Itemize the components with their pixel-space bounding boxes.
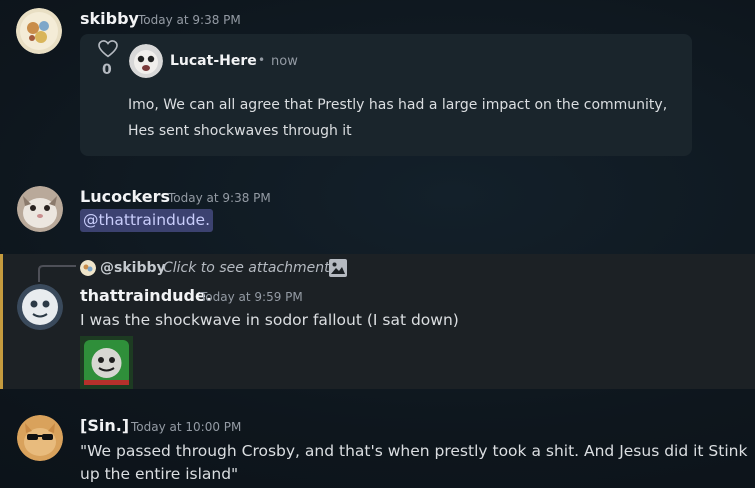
attachment-image[interactable]	[80, 336, 133, 389]
embed-text-line-1: Imo, We can all agree that Prestly has h…	[128, 97, 668, 113]
message-text: I was the shockwave in sodor fallout (I …	[80, 311, 459, 329]
reply-author-avatar[interactable]	[80, 260, 96, 276]
reply-author-mention[interactable]: @skibby	[100, 260, 166, 276]
image-icon	[328, 258, 348, 282]
message-sin: [Sin.] Today at 10:00 PM "We passed thro…	[0, 405, 755, 488]
avatar[interactable]	[17, 284, 63, 330]
avatar[interactable]	[17, 415, 63, 461]
embed-text-line-2: Hes sent shockwaves through it	[128, 123, 352, 139]
username[interactable]: [Sin.]	[80, 416, 129, 435]
embed-author-name[interactable]: Lucat-Here	[170, 53, 257, 69]
embed-time: now	[271, 54, 298, 69]
embed-author-avatar[interactable]	[129, 44, 163, 78]
reply-connector	[38, 265, 76, 282]
timestamp[interactable]: Today at 9:38 PM	[168, 191, 271, 205]
timestamp[interactable]: Today at 9:59 PM	[200, 290, 303, 304]
message-thattraindude: @skibby Click to see attachment thattrai…	[0, 254, 755, 389]
timestamp[interactable]: Today at 9:38 PM	[138, 13, 241, 27]
like-count: 0	[102, 62, 112, 78]
user-mention[interactable]: @thattraindude.	[80, 209, 214, 232]
reply-preview-text[interactable]: Click to see attachment	[163, 260, 330, 276]
separator-dot: •	[258, 53, 266, 67]
username[interactable]: thattraindude.	[80, 286, 212, 305]
avatar[interactable]	[17, 186, 63, 232]
message-text-line-2: up the entire island"	[80, 465, 239, 483]
heart-icon[interactable]	[98, 40, 118, 62]
timestamp[interactable]: Today at 10:00 PM	[131, 420, 241, 434]
avatar[interactable]	[16, 8, 62, 54]
username[interactable]: skibby	[80, 9, 139, 28]
message-skibby: skibby Today at 9:38 PM 0 Lucat-Here • n…	[0, 0, 755, 170]
username[interactable]: Lucockers	[80, 187, 170, 206]
message-text-line-1: "We passed through Crosby, and that's wh…	[80, 442, 748, 460]
